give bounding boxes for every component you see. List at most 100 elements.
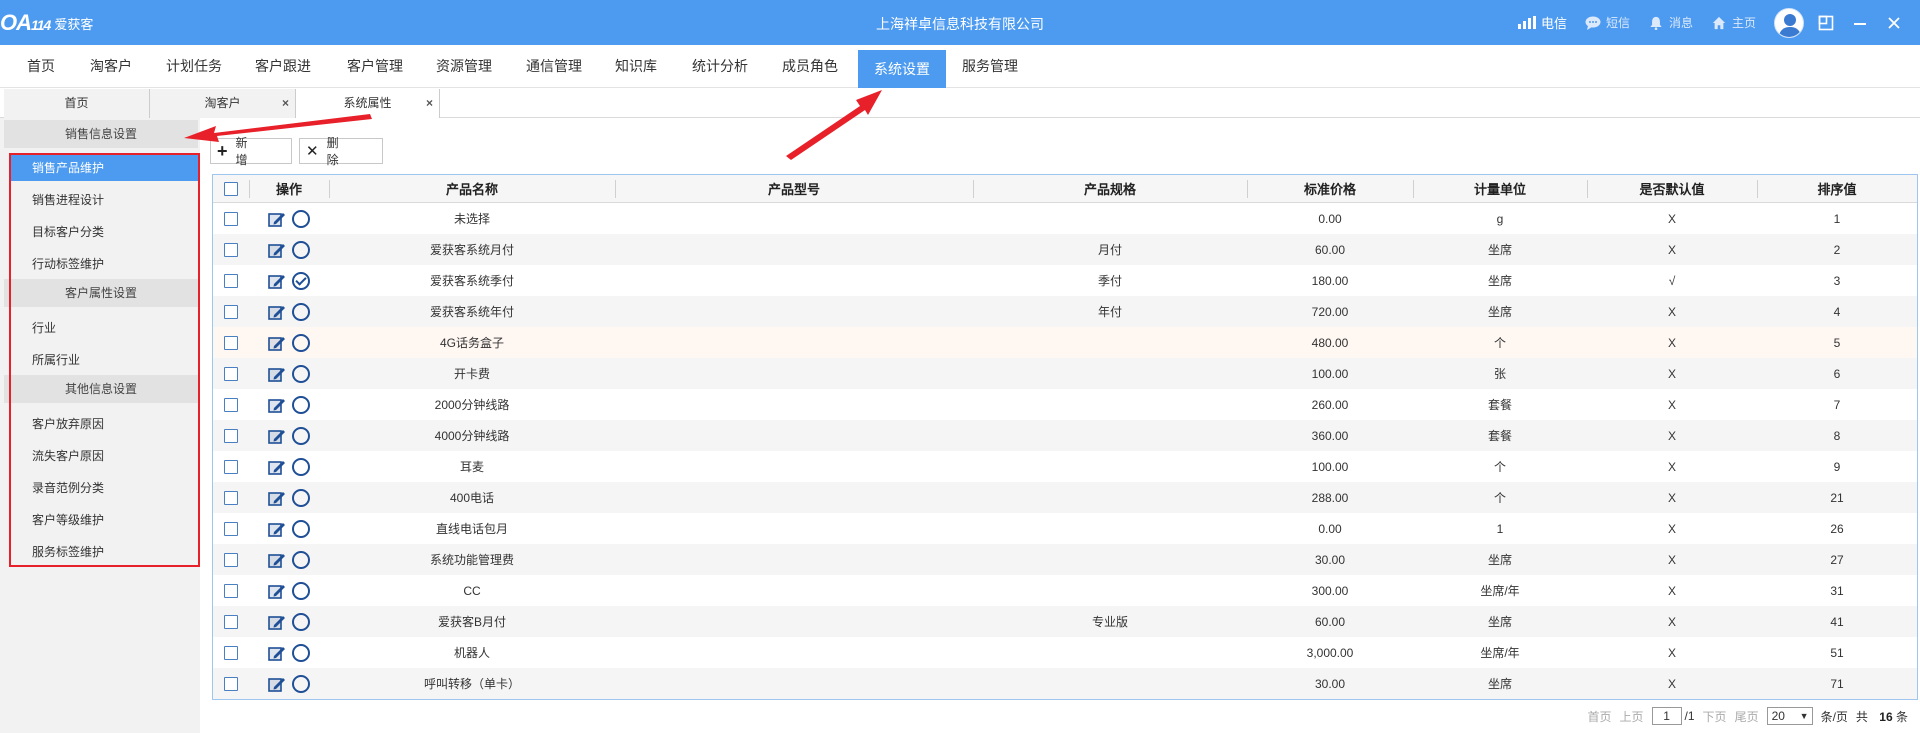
first-page-link[interactable]: 首页 — [1588, 708, 1612, 725]
header-col-product-model[interactable]: 产品型号 — [615, 175, 973, 202]
nav-item-communication-management[interactable]: 通信管理 — [526, 45, 582, 88]
edit-icon[interactable] — [268, 614, 286, 630]
header-col-product-spec[interactable]: 产品规格 — [973, 175, 1247, 202]
table-row[interactable]: 机器人 3,000.00 坐席/年 X 51 — [213, 637, 1917, 668]
minimize-icon[interactable] — [1852, 15, 1868, 31]
row-checkbox[interactable] — [224, 552, 238, 567]
set-default-radio-icon[interactable] — [292, 209, 310, 228]
set-default-radio-icon[interactable] — [292, 395, 310, 414]
delete-button[interactable]: ✕ 删 除 — [299, 136, 383, 167]
sidebar-group-customer-attribute-settings[interactable]: 客户属性设置 — [4, 279, 198, 307]
edit-icon[interactable] — [268, 366, 286, 382]
nav-item-service-management[interactable]: 服务管理 — [962, 45, 1018, 88]
table-row[interactable]: CC 300.00 坐席/年 X 31 — [213, 575, 1917, 606]
edit-icon[interactable] — [268, 397, 286, 413]
row-checkbox[interactable] — [224, 521, 238, 536]
table-row[interactable]: 爱获客系统季付 季付 180.00 坐席 √ 3 — [213, 265, 1917, 296]
set-default-radio-icon[interactable] — [292, 612, 310, 631]
nav-item-knowledge-base[interactable]: 知识库 — [615, 45, 657, 88]
tab-tao-customer[interactable]: 淘客户 × — [150, 89, 296, 118]
header-col-operation[interactable]: 操作 — [249, 175, 329, 202]
edit-icon[interactable] — [268, 583, 286, 599]
tab-home[interactable]: 首页 — [4, 89, 150, 118]
sidebar-item[interactable]: 行业 — [10, 315, 198, 341]
page-number-input[interactable] — [1651, 707, 1682, 725]
set-default-radio-icon[interactable] — [292, 519, 310, 538]
edit-icon[interactable] — [268, 490, 286, 506]
nav-item-system-settings[interactable]: 系统设置 — [858, 50, 946, 88]
nav-item-customer-management[interactable]: 客户管理 — [347, 45, 403, 88]
messages-button[interactable]: 消息 — [1648, 14, 1693, 31]
row-checkbox[interactable] — [224, 490, 238, 505]
set-default-radio-icon[interactable] — [292, 302, 310, 321]
row-checkbox[interactable] — [224, 676, 238, 691]
tab-system-attributes[interactable]: 系统属性 × — [296, 89, 440, 118]
next-page-link[interactable]: 下页 — [1703, 708, 1727, 725]
edit-icon[interactable] — [268, 428, 286, 444]
sidebar-item[interactable]: 所属行业 — [10, 347, 198, 373]
row-checkbox[interactable] — [224, 397, 238, 412]
table-row[interactable]: 2000分钟线路 260.00 套餐 X 7 — [213, 389, 1917, 420]
table-row[interactable]: 耳麦 100.00 个 X 9 — [213, 451, 1917, 482]
window-switch-icon[interactable] — [1818, 15, 1834, 31]
row-checkbox[interactable] — [224, 645, 238, 660]
table-row[interactable]: 呼叫转移（单卡） 30.00 坐席 X 71 — [213, 668, 1917, 699]
set-default-radio-icon[interactable] — [292, 457, 310, 476]
nav-item-plan-task[interactable]: 计划任务 — [166, 45, 222, 88]
edit-icon[interactable] — [268, 552, 286, 568]
set-default-radio-icon[interactable] — [292, 674, 310, 693]
last-page-link[interactable]: 尾页 — [1735, 708, 1759, 725]
nav-item-tao-customer[interactable]: 淘客户 — [90, 45, 132, 88]
header-col-product-name[interactable]: 产品名称 — [329, 175, 615, 202]
edit-icon[interactable] — [268, 521, 286, 537]
edit-icon[interactable] — [268, 676, 286, 692]
tab-close-icon[interactable]: × — [282, 89, 289, 118]
sidebar-item[interactable]: 销售进程设计 — [10, 187, 198, 213]
edit-icon[interactable] — [268, 304, 286, 320]
row-checkbox[interactable] — [224, 335, 238, 350]
set-default-radio-icon[interactable] — [292, 643, 310, 662]
sidebar-item[interactable]: 录音范例分类 — [10, 475, 198, 501]
table-row[interactable]: 爱获客系统月付 月付 60.00 坐席 X 2 — [213, 234, 1917, 265]
nav-item-statistics[interactable]: 统计分析 — [692, 45, 748, 88]
table-row[interactable]: 爱获客B月付 专业版 60.00 坐席 X 41 — [213, 606, 1917, 637]
nav-item-member-role[interactable]: 成员角色 — [782, 45, 838, 88]
table-row[interactable]: 4G话务盒子 480.00 个 X 5 — [213, 327, 1917, 358]
set-default-radio-icon[interactable] — [292, 581, 310, 600]
header-col-is-default[interactable]: 是否默认值 — [1587, 175, 1757, 202]
select-all-checkbox[interactable] — [224, 181, 238, 196]
sidebar-item[interactable]: 目标客户分类 — [10, 219, 198, 245]
set-default-radio-icon[interactable] — [292, 333, 310, 352]
sidebar-item[interactable]: 客户放弃原因 — [10, 411, 198, 437]
table-row[interactable]: 系统功能管理费 30.00 坐席 X 27 — [213, 544, 1917, 575]
nav-item-home[interactable]: 首页 — [27, 45, 55, 88]
user-avatar[interactable] — [1774, 7, 1804, 38]
row-checkbox[interactable] — [224, 211, 238, 226]
table-row[interactable]: 未选择 0.00 g X 1 — [213, 203, 1917, 234]
prev-page-link[interactable]: 上页 — [1620, 708, 1644, 725]
row-checkbox[interactable] — [224, 304, 238, 319]
header-col-unit[interactable]: 计量单位 — [1413, 175, 1587, 202]
table-row[interactable]: 4000分钟线路 360.00 套餐 X 8 — [213, 420, 1917, 451]
sidebar-group-other-info-settings[interactable]: 其他信息设置 — [4, 375, 198, 403]
tab-close-icon[interactable]: × — [426, 89, 433, 118]
sidebar-group-sales-info-settings[interactable]: 销售信息设置 — [4, 120, 198, 148]
page-size-select[interactable]: 20 — [1766, 707, 1813, 725]
sidebar-item[interactable]: 行动标签维护 — [10, 251, 198, 277]
edit-icon[interactable] — [268, 459, 286, 475]
sms-button[interactable]: 短信 — [1585, 14, 1630, 31]
telecom-button[interactable]: 电信 — [1517, 13, 1567, 32]
row-checkbox[interactable] — [224, 428, 238, 443]
table-row[interactable]: 直线电话包月 0.00 1 X 26 — [213, 513, 1917, 544]
set-default-radio-icon[interactable] — [292, 488, 310, 507]
close-window-icon[interactable] — [1886, 15, 1902, 31]
edit-icon[interactable] — [268, 242, 286, 258]
edit-icon[interactable] — [268, 645, 286, 661]
sidebar-item[interactable]: 销售产品维护 — [10, 155, 198, 181]
row-checkbox[interactable] — [224, 614, 238, 629]
table-row[interactable]: 爱获客系统年付 年付 720.00 坐席 X 4 — [213, 296, 1917, 327]
edit-icon[interactable] — [268, 335, 286, 351]
set-default-radio-icon[interactable] — [292, 550, 310, 569]
header-col-standard-price[interactable]: 标准价格 — [1247, 175, 1413, 202]
table-row[interactable]: 400电话 288.00 个 X 21 — [213, 482, 1917, 513]
